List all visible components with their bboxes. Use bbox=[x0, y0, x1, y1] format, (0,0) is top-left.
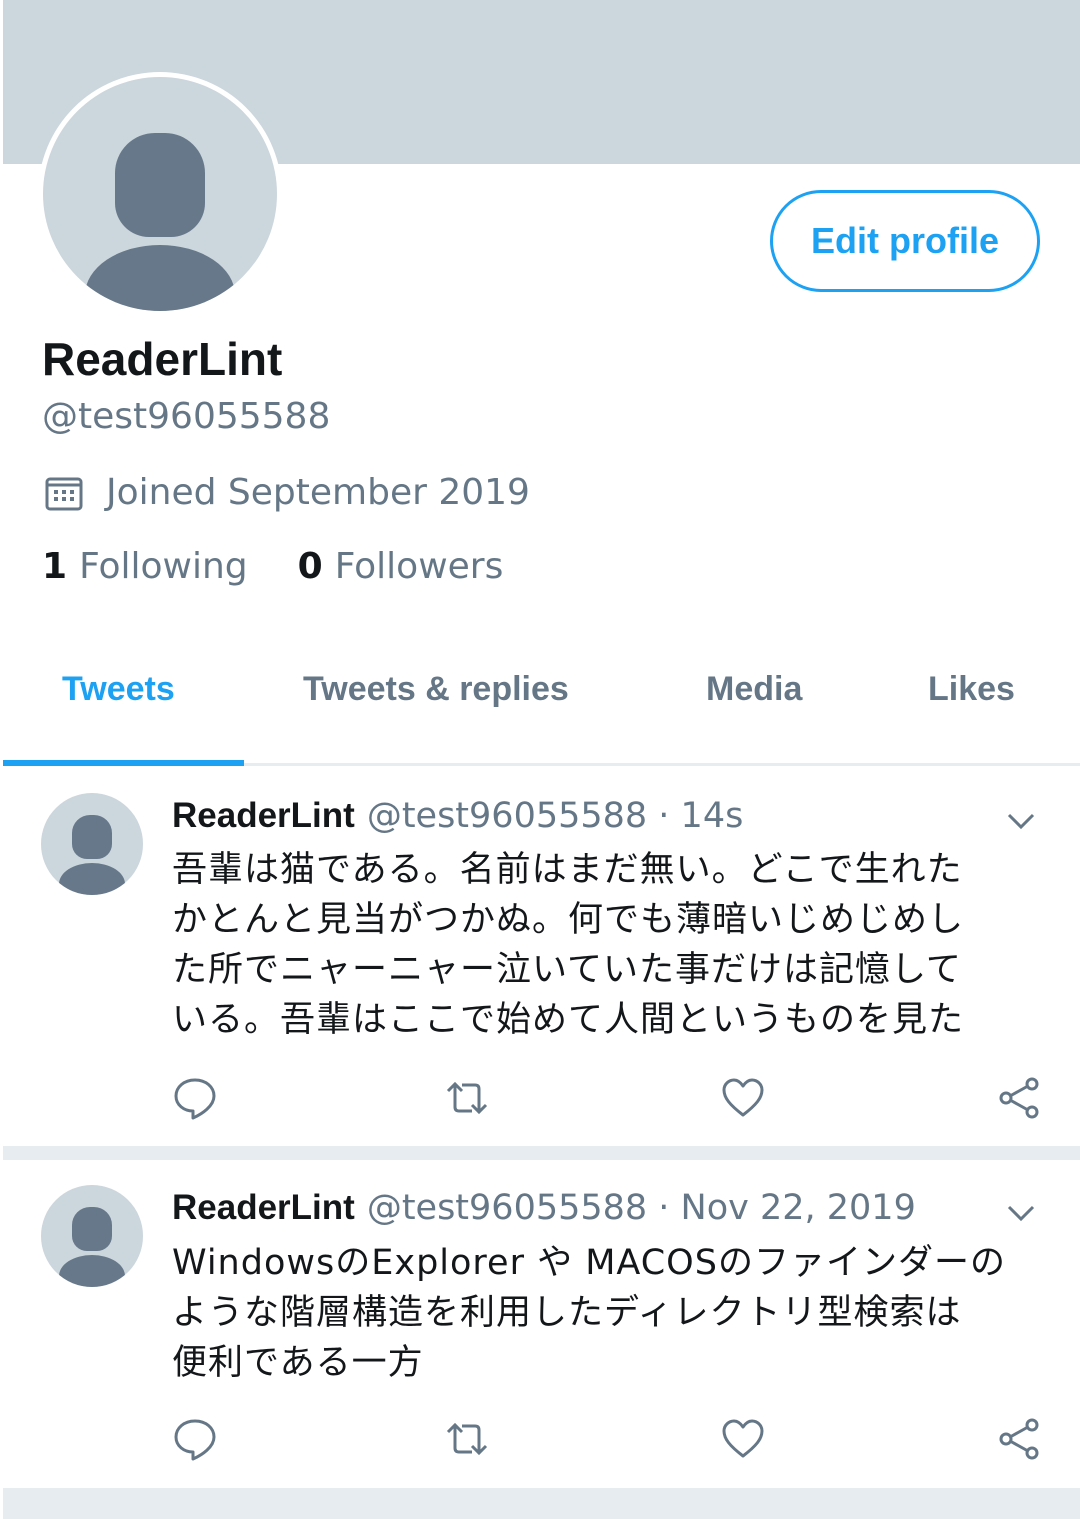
tab-media[interactable]: Media bbox=[706, 670, 802, 709]
tweet-actions bbox=[172, 1075, 1042, 1121]
tweet-text-line: WindowsのExplorer や MACOSのファインダーの bbox=[172, 1243, 1006, 1283]
tweet-text-line: 便利である一方 bbox=[172, 1343, 424, 1383]
following-link[interactable]: 1 Following bbox=[42, 546, 248, 587]
like-heart-icon[interactable] bbox=[720, 1075, 766, 1121]
tweet-item[interactable]: ReaderLint @test96055588 · Nov 22, 2019 W… bbox=[3, 1160, 1080, 1486]
tweet-avatar[interactable] bbox=[41, 1185, 143, 1287]
share-icon[interactable] bbox=[996, 1416, 1042, 1462]
reply-icon[interactable] bbox=[172, 1075, 218, 1121]
profile-avatar[interactable] bbox=[38, 72, 282, 316]
tab-tweets-replies[interactable]: Tweets & replies bbox=[303, 670, 569, 709]
avatar-body bbox=[85, 245, 235, 311]
retweet-icon[interactable] bbox=[444, 1416, 490, 1462]
tweet-meta: @test96055588 · 14s bbox=[366, 796, 744, 836]
followers-count: 0 bbox=[297, 546, 323, 587]
tab-tweets[interactable]: Tweets bbox=[62, 670, 175, 709]
tweet-text-line: ような階層構造を利用したディレクトリ型検索は bbox=[172, 1293, 962, 1333]
tweet-text-line: かとんと見当がつかぬ。何でも薄暗いじめじめし bbox=[172, 900, 965, 940]
avatar-body bbox=[59, 1255, 125, 1287]
following-count: 1 bbox=[42, 546, 68, 587]
profile-tabs: Tweets Tweets & replies Media Likes bbox=[3, 640, 1080, 766]
tweet-divider bbox=[3, 1488, 1080, 1519]
tweet-text-line: いる。吾輩はここで始めて人間というものを見た bbox=[172, 1000, 965, 1040]
tweet-author-name[interactable]: ReaderLint bbox=[172, 796, 355, 835]
tweet-actions bbox=[172, 1416, 1042, 1462]
tweet-meta: @test96055588 · Nov 22, 2019 bbox=[366, 1188, 916, 1228]
followers-label: Followers bbox=[334, 546, 504, 587]
tweet-header: ReaderLint @test96055588 · 14s bbox=[172, 796, 743, 836]
avatar-body bbox=[59, 863, 125, 895]
follow-stats: 1 Following 0 Followers bbox=[42, 546, 503, 587]
tweet-divider bbox=[3, 1146, 1080, 1160]
tweet-author-name[interactable]: ReaderLint bbox=[172, 1188, 355, 1227]
tweet-text: 吾輩は猫である。名前はまだ無い。どこで生れた かとんと見当がつかぬ。何でも薄暗い… bbox=[172, 845, 1032, 1045]
tweet-item[interactable]: ReaderLint @test96055588 · 14s 吾輩は猫である。名前… bbox=[3, 769, 1080, 1144]
following-label: Following bbox=[79, 546, 248, 587]
joined-date: Joined September 2019 bbox=[44, 472, 530, 513]
chevron-down-icon[interactable] bbox=[1003, 1195, 1039, 1231]
calendar-icon bbox=[45, 477, 83, 510]
like-heart-icon[interactable] bbox=[720, 1416, 766, 1462]
profile-handle: @test96055588 bbox=[42, 396, 331, 437]
avatar-head bbox=[72, 1207, 112, 1251]
avatar-head bbox=[115, 133, 205, 237]
tweet-text-line: た所でニャーニャー泣いていた事だけは記憶して bbox=[172, 950, 962, 990]
followers-link[interactable]: 0 Followers bbox=[298, 546, 504, 587]
profile-display-name: ReaderLint bbox=[42, 333, 283, 385]
share-icon[interactable] bbox=[996, 1075, 1042, 1121]
tweet-header: ReaderLint @test96055588 · Nov 22, 2019 bbox=[172, 1188, 916, 1228]
tab-likes[interactable]: Likes bbox=[928, 670, 1015, 709]
joined-text: Joined September 2019 bbox=[106, 472, 530, 513]
edit-profile-button[interactable]: Edit profile bbox=[770, 190, 1040, 292]
tweet-text-line: 吾輩は猫である。名前はまだ無い。どこで生れた bbox=[172, 850, 963, 890]
active-tab-indicator bbox=[3, 760, 244, 766]
tweet-avatar[interactable] bbox=[41, 793, 143, 895]
reply-icon[interactable] bbox=[172, 1416, 218, 1462]
retweet-icon[interactable] bbox=[444, 1075, 490, 1121]
tweet-text: WindowsのExplorer や MACOSのファインダーの ような階層構造… bbox=[172, 1238, 1032, 1388]
chevron-down-icon[interactable] bbox=[1003, 803, 1039, 839]
avatar-head bbox=[72, 815, 112, 859]
